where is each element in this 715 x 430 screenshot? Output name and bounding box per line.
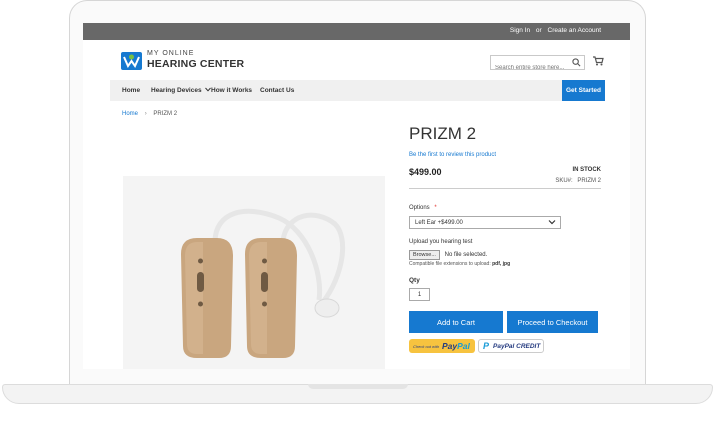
get-started-button[interactable]: Get Started: [562, 80, 605, 101]
product-title: PRIZM 2: [409, 124, 477, 143]
divider: [409, 188, 601, 189]
search-box: [490, 55, 585, 74]
compat-ext: pdf, jpg: [492, 261, 511, 267]
paypal-checkout-button[interactable]: Check out with PayPal: [409, 339, 475, 353]
logo-name[interactable]: HEARING CENTER: [147, 58, 244, 70]
header: MY ONLINE HEARING CENTER: [83, 40, 630, 80]
laptop-notch: [308, 384, 408, 389]
stock-status: IN STOCK: [572, 167, 601, 173]
paypal-icon: P: [483, 341, 490, 351]
breadcrumb-separator: ›: [144, 111, 147, 117]
browser-screen: Sign In or Create an Account MY ONLINE H…: [83, 23, 630, 369]
upload-label: Upload you hearing test: [409, 239, 473, 245]
paypal-logo: PayPal: [442, 341, 470, 351]
nav-contact-us[interactable]: Contact Us: [260, 87, 294, 94]
product-price: $499.00: [409, 167, 442, 177]
breadcrumb-current: PRIZM 2: [153, 111, 178, 117]
cart-icon[interactable]: [593, 56, 604, 66]
compat-text: Compatible file extensions to upload:: [409, 261, 491, 267]
create-account-link[interactable]: Create an Account: [548, 27, 601, 34]
top-bar: Sign In or Create an Account: [83, 23, 630, 40]
sku-label: SKU#:: [555, 178, 573, 184]
account-links: Sign In or Create an Account: [506, 27, 601, 34]
options-label-text: Options: [409, 205, 430, 211]
file-status: No file selected.: [444, 252, 488, 258]
proceed-to-checkout-button[interactable]: Proceed to Checkout: [507, 311, 598, 333]
or-text: or: [535, 27, 542, 34]
hearing-aids-image: [181, 208, 346, 358]
logo-tagline: MY ONLINE: [147, 50, 195, 57]
qty-input[interactable]: 1: [409, 288, 430, 301]
main-nav: Home Hearing Devices How it Works Contac…: [110, 80, 605, 101]
sku: SKU#: PRIZM 2: [555, 178, 601, 184]
nav-hearing-devices[interactable]: Hearing Devices: [151, 87, 212, 94]
nav-how-it-works[interactable]: How it Works: [211, 87, 252, 94]
breadcrumb: Home › PRIZM 2: [122, 111, 177, 117]
sign-in-link[interactable]: Sign In: [510, 27, 530, 34]
required-mark: *: [434, 205, 437, 211]
browse-button[interactable]: Browse...: [409, 250, 440, 260]
breadcrumb-home[interactable]: Home: [122, 111, 138, 117]
options-label: Options *: [409, 205, 437, 211]
nav-home[interactable]: Home: [122, 87, 140, 94]
chevron-down-icon: [548, 220, 556, 225]
paypal-credit-button[interactable]: P PayPal CREDIT: [478, 339, 544, 353]
options-select[interactable]: Left Ear +$499.00: [409, 216, 561, 229]
nav-hearing-devices-label: Hearing Devices: [151, 87, 202, 94]
paypal-prefix: Check out with: [413, 344, 440, 349]
compat-note: Compatible file extensions to upload: pd…: [409, 261, 510, 267]
logo-icon[interactable]: [121, 52, 142, 70]
search-input[interactable]: [491, 62, 570, 74]
paypal-brand-b: Pal: [457, 341, 470, 351]
review-link[interactable]: Be the first to review this product: [409, 152, 496, 158]
file-input: Browse... No file selected.: [409, 250, 487, 260]
add-to-cart-button[interactable]: Add to Cart: [409, 311, 503, 333]
sku-value: PRIZM 2: [577, 178, 601, 184]
options-selected-value: Left Ear +$499.00: [415, 220, 463, 226]
search-icon[interactable]: [572, 58, 581, 67]
qty-label: Qty: [409, 277, 420, 284]
product-image[interactable]: [123, 176, 385, 369]
paypal-brand-a: Pay: [442, 341, 458, 351]
paypal-credit-label: PayPal CREDIT: [493, 343, 541, 350]
